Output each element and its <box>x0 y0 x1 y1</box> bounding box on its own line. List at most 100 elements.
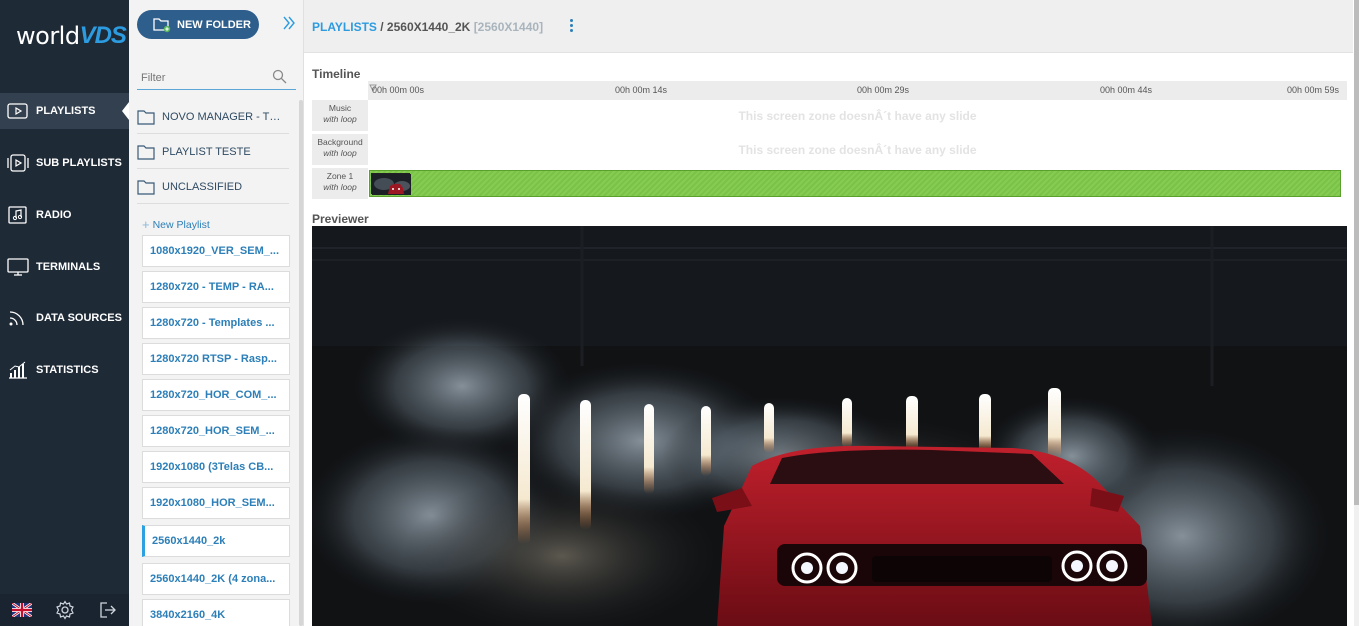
timeline-tick: 00h 00m 29s <box>857 85 910 95</box>
search-icon[interactable] <box>272 69 287 84</box>
playlist-item[interactable]: 1080x1920_VER_SEM_... <box>142 235 290 267</box>
playlist-item[interactable]: 1280x720_HOR_COM_... <box>142 379 290 411</box>
playlist-item-active[interactable]: 2560x1440_2k <box>142 525 290 557</box>
new-folder-label: NEW FOLDER <box>177 18 251 31</box>
add-folder-icon <box>153 17 171 32</box>
uk-flag-icon <box>11 603 32 617</box>
logo-text-world: world <box>16 22 80 50</box>
gear-icon <box>55 600 74 620</box>
feed-icon <box>9 311 24 326</box>
app-logo: world VDS <box>16 20 127 50</box>
playlist-label: 1920x1080_HOR_SEM... <box>150 497 275 509</box>
folder-icon <box>137 179 155 195</box>
nav-label-data-sources: DATA SOURCES <box>36 312 122 324</box>
folder-icon <box>137 109 155 125</box>
timeline-title: Timeline <box>312 67 361 81</box>
row-name: Background <box>317 137 363 147</box>
folder-item[interactable]: UNCLASSIFIED <box>137 171 289 204</box>
slide-thumbnail <box>371 173 411 195</box>
row-name: Zone 1 <box>326 171 354 181</box>
timeline-tick: 00h 00m 44s <box>1100 85 1153 95</box>
logout-icon <box>99 602 116 618</box>
playlist-item[interactable]: 2560x1440_2K (4 zona... <box>142 563 290 595</box>
breadcrumb-root-link[interactable]: PLAYLISTS <box>312 20 377 34</box>
empty-zone-message: This screen zone doesnÂ´t have any slide <box>738 143 977 157</box>
empty-zone-message: This screen zone doesnÂ´t have any slide <box>738 109 977 123</box>
header-bar: PLAYLISTS / 2560X1440_2K [2560X1440] <box>304 0 1353 53</box>
playlist-item[interactable]: 1280x720_HOR_SEM_... <box>142 415 290 447</box>
car-thumbnail-image <box>372 174 411 195</box>
sidebar-scrollbar[interactable] <box>299 100 303 626</box>
logo-text-vds: VDS <box>79 22 127 49</box>
playlist-item[interactable]: 1280x720 RTSP - Rasp... <box>142 343 290 375</box>
slide-clip[interactable] <box>369 170 1341 197</box>
sub-playlist-icon <box>7 154 29 172</box>
timeline-ruler[interactable]: 00h 00m 00s 00h 00m 14s 00h 00m 29s 00h … <box>368 81 1347 100</box>
row-name: Music <box>328 103 352 113</box>
row-loop: with loop <box>323 182 357 192</box>
breadcrumb-separator: / <box>376 20 387 34</box>
folder-item[interactable]: NOVO MANAGER - TESTE <box>137 101 289 134</box>
nav-label-statistics: STATISTICS <box>36 364 99 376</box>
playlist-label: 3840x2160_4K <box>150 609 226 621</box>
scrollbar-thumb[interactable] <box>1354 0 1359 505</box>
row-label: Music with loop <box>312 100 368 132</box>
nav-item-playlists[interactable]: PLAYLISTS <box>0 93 129 129</box>
playlist-label: 1080x1920_VER_SEM_... <box>150 245 280 257</box>
playlist-item[interactable]: 1920x1080_HOR_SEM... <box>142 487 290 519</box>
more-options-icon[interactable] <box>568 19 574 35</box>
timeline-row-zone-1: Zone 1 with loop <box>312 168 1347 200</box>
breadcrumb: PLAYLISTS / 2560X1440_2K [2560X1440] <box>312 20 543 34</box>
nav-footer <box>0 594 129 626</box>
main-navigation: world VDS PLAYLISTS SUB PLAYLISTS RADIO T… <box>0 0 129 626</box>
folder-icon <box>137 144 155 160</box>
playlist-label: 1280x720 RTSP - Rasp... <box>150 353 277 365</box>
language-button[interactable] <box>0 594 43 626</box>
playlist-item[interactable]: 1920x1080 (3Telas CB... <box>142 451 290 483</box>
monitor-icon <box>7 258 29 276</box>
bar-chart-icon <box>9 361 27 379</box>
playlist-label: 2560x1440_2K (4 zona... <box>150 573 276 585</box>
folder-label: PLAYLIST TESTE <box>162 146 251 158</box>
double-chevron-right-icon[interactable] <box>282 16 296 30</box>
nav-item-statistics[interactable]: STATISTICS <box>0 352 129 388</box>
playlist-item[interactable]: 1280x720 - TEMP - RA... <box>142 271 290 303</box>
timeline-tick: 00h 00m 00s <box>372 85 425 95</box>
playlist-item[interactable]: 1280x720 - Templates ... <box>142 307 290 339</box>
playlist-icon <box>7 103 28 119</box>
new-playlist-link[interactable]: + New Playlist <box>142 217 210 232</box>
nav-item-terminals[interactable]: TERMINALS <box>0 249 129 285</box>
playlist-label: 1920x1080 (3Telas CB... <box>150 461 274 473</box>
main-scrollbar[interactable] <box>1354 0 1359 626</box>
breadcrumb-resolution: [2560X1440] <box>473 20 544 34</box>
nav-label-terminals: TERMINALS <box>36 261 101 273</box>
plus-icon: + <box>142 217 150 232</box>
timeline-tick: 00h 00m 14s <box>615 85 668 95</box>
nav-label-radio: RADIO <box>36 209 72 221</box>
new-playlist-label: New Playlist <box>152 218 210 231</box>
row-label: Zone 1 with loop <box>312 168 368 200</box>
preview-video-frame <box>312 226 1347 626</box>
breadcrumb-current: 2560X1440_2K <box>386 20 471 34</box>
new-folder-button[interactable]: NEW FOLDER <box>137 10 259 39</box>
playlist-item[interactable]: 3840x2160_4K <box>142 599 290 626</box>
timeline-row-music: Music with loop This screen zone doesnÂ´… <box>312 100 1347 132</box>
timeline-row-background: Background with loop This screen zone do… <box>312 134 1347 166</box>
main-content: PLAYLISTS / 2560X1440_2K [2560X1440] Tim… <box>304 0 1359 626</box>
folder-item[interactable]: PLAYLIST TESTE <box>137 136 289 169</box>
nav-label-playlists: PLAYLISTS <box>36 105 96 117</box>
nav-item-radio[interactable]: RADIO <box>0 197 129 233</box>
previewer-canvas <box>312 226 1347 626</box>
nav-item-data-sources[interactable]: DATA SOURCES <box>0 300 129 336</box>
nav-item-sub-playlists[interactable]: SUB PLAYLISTS <box>0 145 129 181</box>
app-root: world VDS PLAYLISTS SUB PLAYLISTS RADIO T… <box>0 0 1359 626</box>
playlist-label: 1280x720 - TEMP - RA... <box>150 281 274 293</box>
playlist-label: 2560x1440_2k <box>152 535 226 547</box>
previewer-title: Previewer <box>312 212 369 226</box>
row-loop: with loop <box>323 148 357 158</box>
settings-button[interactable] <box>43 594 86 626</box>
playlist-label: 1280x720_HOR_SEM_... <box>150 425 275 437</box>
row-loop: with loop <box>323 114 357 124</box>
nav-label-sub-playlists: SUB PLAYLISTS <box>36 157 122 169</box>
logout-button[interactable] <box>86 594 129 626</box>
